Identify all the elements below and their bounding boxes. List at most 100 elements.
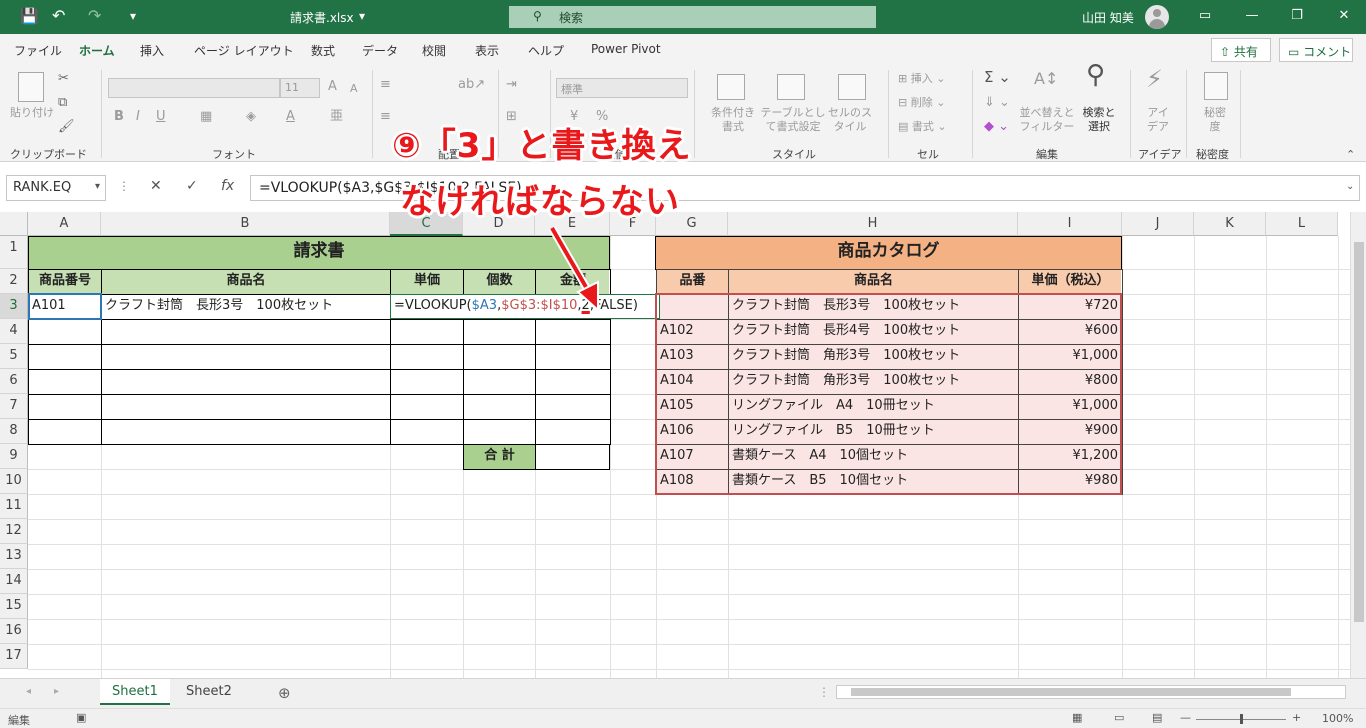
total-label[interactable]: 合 計 — [464, 444, 535, 464]
prev-sheet-icon[interactable]: ◂ — [26, 686, 31, 697]
grow-font-icon[interactable]: A — [328, 80, 337, 94]
fill-icon[interactable]: ⇓ ⌄ — [984, 96, 1010, 110]
row-header-5[interactable]: 5 — [0, 344, 28, 369]
tab-file[interactable]: ファイル — [14, 42, 62, 59]
comment-button[interactable]: ▭ コメント — [1279, 38, 1353, 62]
share-button[interactable]: ⇧ 共有 — [1211, 38, 1271, 62]
invoice-header-0[interactable]: 商品番号 — [29, 269, 101, 289]
invoice-header-2[interactable]: 単価 — [391, 269, 463, 289]
sensitivity-button[interactable]: 秘密度 — [1200, 106, 1230, 134]
macro-record-icon[interactable]: ▣ — [76, 711, 86, 724]
undo-icon[interactable]: ↶ — [52, 6, 65, 25]
column-header-j[interactable]: J — [1122, 212, 1194, 236]
row-header-10[interactable]: 10 — [0, 469, 28, 494]
cell-styles-icon[interactable] — [838, 74, 866, 100]
italic-icon[interactable]: I — [136, 110, 140, 124]
tab-formulas[interactable]: 数式 — [311, 42, 335, 59]
invoice-header-3[interactable]: 個数 — [464, 269, 535, 289]
sensitivity-icon[interactable] — [1204, 72, 1228, 100]
zoom-in-button[interactable]: + — [1292, 711, 1301, 724]
tab-insert[interactable]: 挿入 — [140, 42, 164, 59]
delete-cells-button[interactable]: ⊟ 削除 ⌄ — [898, 96, 945, 110]
invoice-header-1[interactable]: 商品名 — [102, 269, 390, 289]
ribbon-display-icon[interactable]: ▭ — [1195, 8, 1215, 23]
minimize-icon[interactable]: — — [1242, 8, 1262, 23]
insert-cells-button[interactable]: ⊞ 挿入 ⌄ — [898, 72, 945, 86]
find-icon[interactable]: ⚲ — [1086, 62, 1105, 88]
expand-formula-icon[interactable]: ⌄ — [1346, 181, 1354, 207]
tab-power-pivot[interactable]: Power Pivot — [591, 42, 661, 56]
conditional-format-icon[interactable] — [717, 74, 745, 100]
zoom-level[interactable]: 100% — [1322, 712, 1353, 725]
vertical-scroll-thumb[interactable] — [1354, 242, 1364, 622]
orientation-icon[interactable]: ab↗ — [458, 78, 485, 92]
tab-data[interactable]: データ — [362, 42, 398, 59]
redo-icon[interactable]: ↷ — [88, 6, 101, 25]
select-all-corner[interactable] — [0, 212, 28, 236]
row-header-8[interactable]: 8 — [0, 419, 28, 444]
format-as-table-button[interactable]: テーブルとして書式設定 — [758, 106, 828, 134]
save-icon[interactable]: 💾 — [20, 7, 39, 25]
horizontal-scrollbar[interactable] — [836, 685, 1346, 699]
paste-icon[interactable] — [18, 72, 44, 102]
catalog-header-0[interactable]: 品番 — [657, 269, 728, 289]
row-header-12[interactable]: 12 — [0, 519, 28, 544]
add-sheet-icon[interactable]: ⊕ — [278, 684, 291, 702]
page-layout-view-icon[interactable]: ▭ — [1114, 711, 1124, 724]
file-name[interactable]: 請求書.xlsx — [290, 9, 354, 26]
underline-icon[interactable]: U — [156, 110, 166, 124]
catalog-header-1[interactable]: 商品名 — [729, 269, 1018, 289]
name-box[interactable]: RANK.EQ ▾ — [6, 175, 106, 201]
row-header-9[interactable]: 9 — [0, 444, 28, 469]
column-header-b[interactable]: B — [101, 212, 390, 236]
wrap-text-icon[interactable]: ⇥ — [506, 78, 517, 92]
tab-review[interactable]: 校閲 — [422, 42, 446, 59]
cell-styles-button[interactable]: セルのスタイル — [826, 106, 874, 134]
align-left-icon[interactable]: ≡ — [380, 110, 391, 124]
column-header-a[interactable]: A — [28, 212, 101, 236]
row-header-16[interactable]: 16 — [0, 619, 28, 644]
maximize-icon[interactable]: ❐ — [1287, 8, 1307, 23]
zoom-out-button[interactable]: — — [1180, 711, 1191, 724]
sort-filter-button[interactable]: 並べ替えとフィルター — [1018, 106, 1076, 134]
conditional-format-button[interactable]: 条件付き書式 — [708, 106, 758, 134]
row-header-14[interactable]: 14 — [0, 569, 28, 594]
tab-page-layout[interactable]: ページ レイアウト — [194, 42, 294, 59]
number-format-select[interactable]: 標準 — [556, 78, 688, 98]
clear-icon[interactable]: ◆ ⌄ — [984, 120, 1009, 134]
row-header-17[interactable]: 17 — [0, 644, 28, 669]
fill-color-icon[interactable]: ◈ — [246, 110, 256, 124]
ideas-button[interactable]: アイデア — [1146, 106, 1170, 134]
search-input[interactable]: ⚲ 検索 — [509, 6, 876, 28]
copy-icon[interactable]: ⧉ — [58, 96, 67, 110]
autosum-icon[interactable]: Σ ⌄ — [984, 70, 1011, 85]
enter-icon[interactable]: ✓ — [186, 178, 198, 204]
cancel-icon[interactable]: ✕ — [150, 178, 162, 204]
format-painter-icon[interactable]: 🖌 — [58, 120, 75, 134]
insert-function-icon[interactable]: fx — [221, 178, 234, 204]
tab-sheet1[interactable]: Sheet1 — [100, 679, 170, 705]
normal-view-icon[interactable]: ▦ — [1072, 711, 1082, 724]
column-header-i[interactable]: I — [1018, 212, 1122, 236]
format-cells-button[interactable]: ▤ 書式 ⌄ — [898, 120, 947, 134]
phonetic-icon[interactable]: 亜 — [330, 110, 343, 124]
row-header-3[interactable]: 3 — [0, 294, 28, 319]
format-as-table-icon[interactable] — [777, 74, 805, 100]
column-header-k[interactable]: K — [1194, 212, 1266, 236]
font-size-select[interactable]: 11 — [280, 78, 320, 98]
file-name-caret-icon[interactable]: ▾ — [359, 9, 365, 23]
page-break-view-icon[interactable]: ▤ — [1152, 711, 1162, 724]
customize-qat-icon[interactable]: ▾ — [130, 9, 136, 23]
vertical-scrollbar[interactable] — [1350, 212, 1366, 678]
row-header-6[interactable]: 6 — [0, 369, 28, 394]
row-header-2[interactable]: 2 — [0, 269, 28, 294]
collapse-ribbon-icon[interactable]: ⌃ — [1346, 148, 1355, 162]
row-header-13[interactable]: 13 — [0, 544, 28, 569]
row-header-4[interactable]: 4 — [0, 319, 28, 344]
tab-help[interactable]: ヘルプ — [528, 42, 564, 59]
row-header-1[interactable]: 1 — [0, 236, 28, 269]
worksheet-grid[interactable]: ABCDEFGHIJKL 1 2 3 4 5 6 7 8 9 10 11 12 13 14 15 16 17 請… — [0, 212, 1366, 678]
sort-filter-icon[interactable]: A↕ — [1034, 71, 1058, 87]
tab-sheet2[interactable]: Sheet2 — [174, 679, 244, 705]
find-select-button[interactable]: 検索と選択 — [1078, 106, 1120, 134]
